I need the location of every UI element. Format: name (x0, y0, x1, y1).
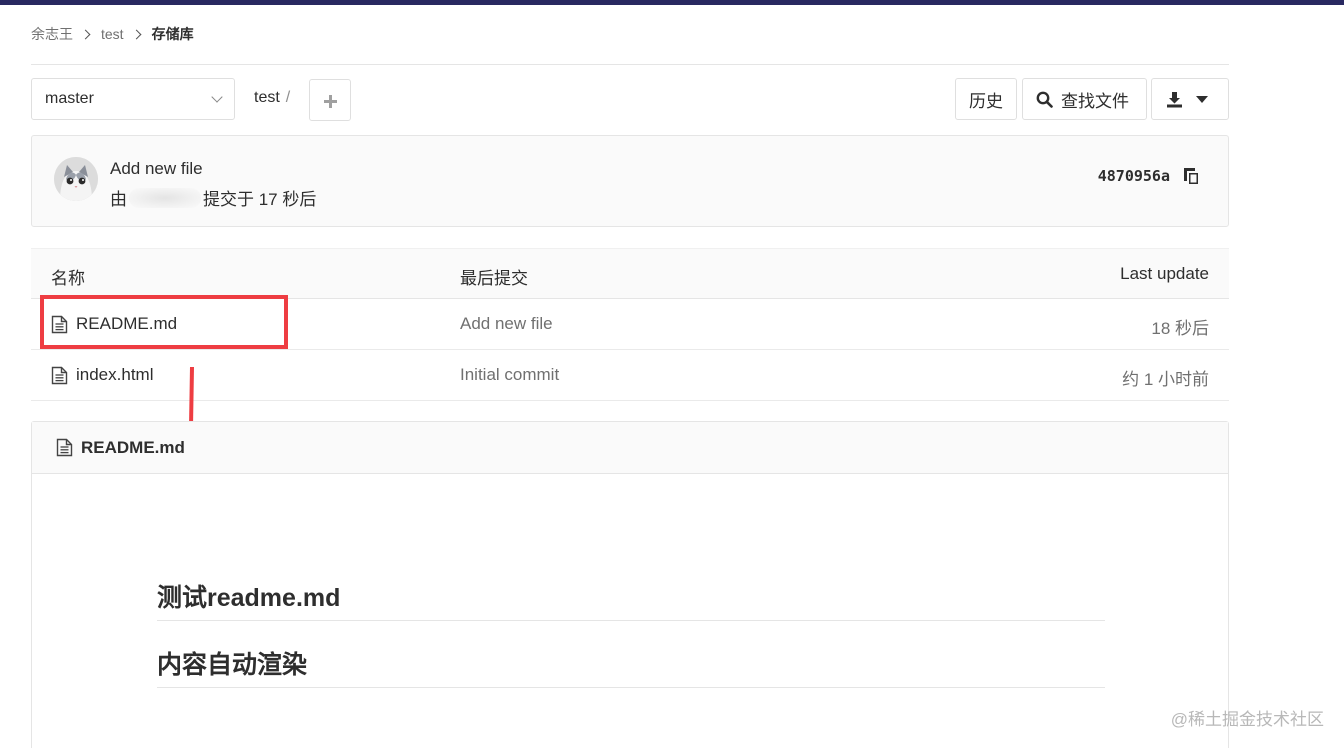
commit-by-prefix: 由 (110, 190, 127, 209)
file-last-update: 约 1 小时前 (1122, 370, 1209, 389)
redacted-author (129, 187, 201, 208)
breadcrumb-project[interactable]: test (101, 26, 124, 42)
top-nav-bar (0, 0, 1344, 5)
commit-sha[interactable]: 4870956a (1098, 167, 1170, 185)
annotation-highlight-box (40, 295, 288, 349)
last-commit-panel: Add new file 由 提交于 17 秒后 4870956a (31, 135, 1229, 227)
file-last-commit[interactable]: Initial commit (460, 365, 559, 385)
find-file-button[interactable]: 查找文件 (1022, 78, 1147, 120)
commit-title[interactable]: Add new file (110, 159, 203, 179)
search-icon (1036, 91, 1053, 108)
breadcrumb-repository[interactable]: 存储库 (152, 24, 194, 44)
readme-header: README.md (32, 422, 1228, 474)
download-dropdown-button[interactable] (1151, 78, 1229, 120)
file-last-commit[interactable]: Add new file (460, 314, 553, 334)
breadcrumb-user[interactable]: 余志王 (31, 24, 73, 44)
chevron-right-icon (131, 29, 142, 39)
history-button-label: 历史 (969, 91, 1003, 111)
find-file-label: 查找文件 (1061, 91, 1129, 111)
file-icon (51, 366, 68, 384)
breadcrumb-divider (31, 64, 1229, 65)
plus-icon (329, 94, 332, 108)
watermark: @稀土掘金技术社区 (1170, 710, 1324, 729)
repo-path: test / (254, 89, 290, 107)
chevron-down-icon (211, 91, 223, 103)
header-last-update: Last update (1120, 264, 1209, 283)
history-button[interactable]: 历史 (955, 78, 1017, 120)
breadcrumb: 余志王 test 存储库 (31, 24, 194, 44)
file-name-link[interactable]: index.html (76, 365, 153, 385)
add-file-button[interactable] (309, 79, 351, 121)
chevron-right-icon (80, 29, 91, 39)
readme-filename[interactable]: README.md (81, 438, 185, 458)
header-name: 名称 (51, 269, 85, 288)
download-icon (1167, 91, 1182, 107)
header-last-commit: 最后提交 (460, 269, 528, 288)
avatar[interactable] (54, 157, 98, 201)
cat-avatar-image (54, 157, 98, 201)
caret-down-icon (1196, 95, 1208, 103)
copy-icon[interactable] (1183, 167, 1201, 186)
path-separator: / (285, 89, 291, 106)
table-row[interactable]: index.html Initial commit 约 1 小时前 (31, 350, 1229, 401)
file-tree-header: 名称 最后提交 Last update (31, 248, 1229, 299)
repo-path-root[interactable]: test (254, 89, 280, 106)
readme-heading: 内容自动渲染 (157, 645, 1105, 688)
commit-meta: 由 提交于 17 秒后 (110, 185, 316, 210)
commit-time: 提交于 17 秒后 (203, 190, 317, 209)
branch-select-value: master (45, 90, 94, 107)
readme-panel: README.md 测试readme.md 内容自动渲染 (31, 421, 1229, 748)
readme-heading: 测试readme.md (157, 578, 1105, 621)
file-icon (56, 438, 73, 457)
file-last-update: 18 秒后 (1151, 319, 1209, 338)
branch-select[interactable]: master (31, 78, 235, 120)
